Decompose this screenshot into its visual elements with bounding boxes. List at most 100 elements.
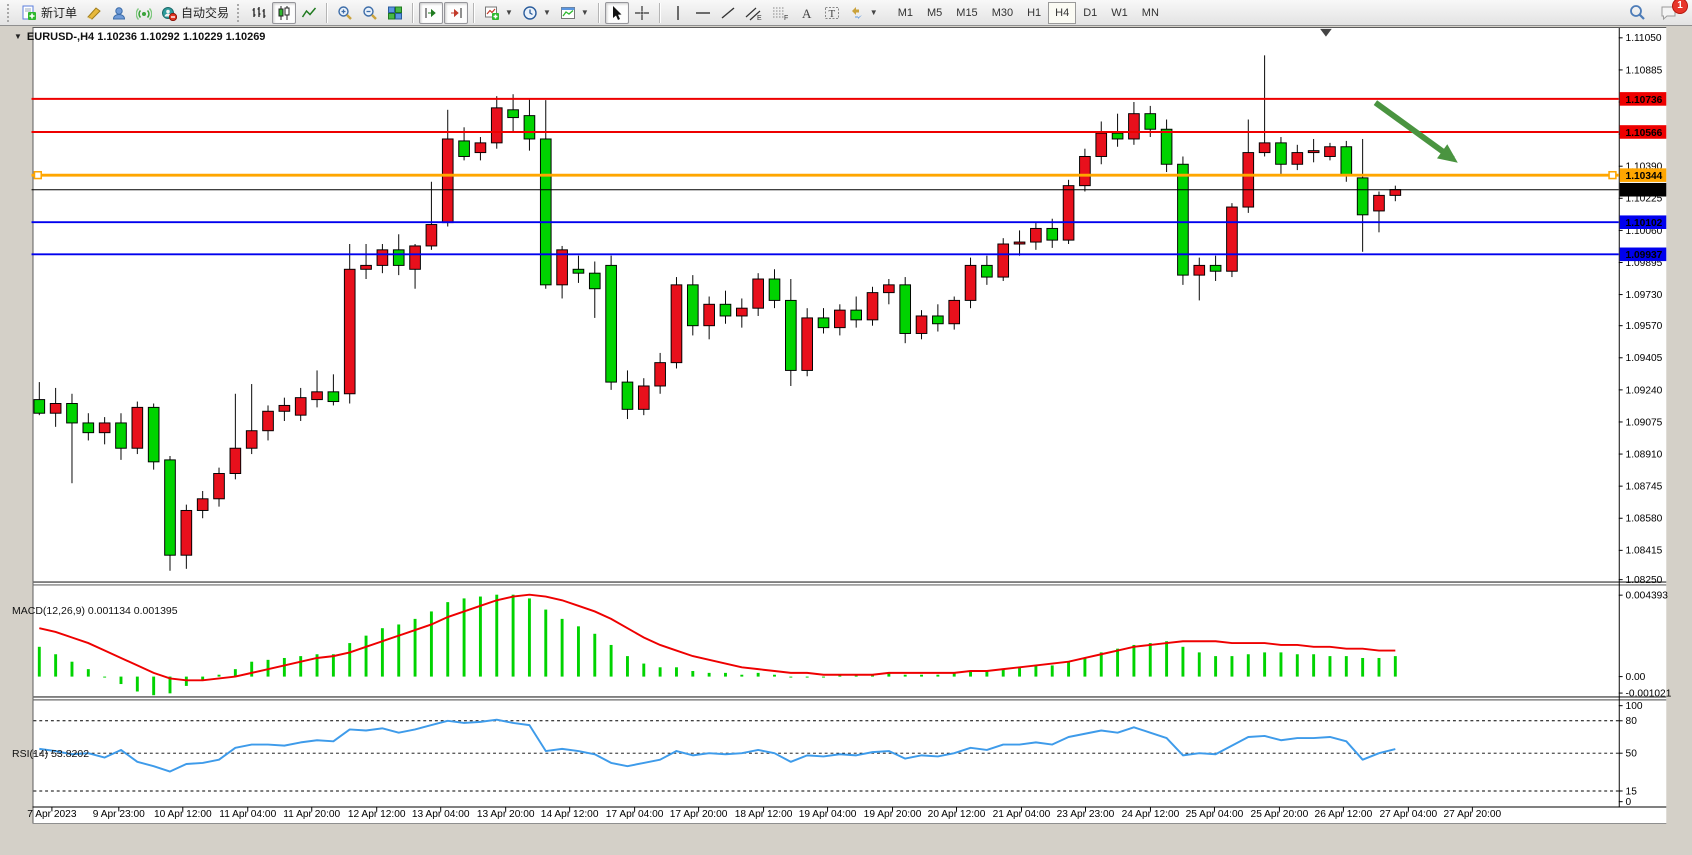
new-order-button[interactable]: 新订单 bbox=[17, 2, 81, 24]
macd-bar bbox=[544, 610, 547, 677]
svg-text:F: F bbox=[784, 15, 788, 21]
svg-text:0.004393: 0.004393 bbox=[1626, 591, 1669, 602]
svg-text:10 Apr 12:00: 10 Apr 12:00 bbox=[154, 809, 212, 820]
svg-text:1.09240: 1.09240 bbox=[1626, 385, 1663, 396]
macd-bar bbox=[332, 654, 335, 676]
auto-trading-label: 自动交易 bbox=[181, 4, 229, 21]
macd-bar bbox=[1116, 649, 1119, 677]
hline-handle[interactable] bbox=[34, 172, 41, 179]
cursor-button[interactable] bbox=[605, 2, 629, 24]
macd-bar bbox=[446, 602, 449, 676]
macd-bar bbox=[757, 673, 760, 677]
macd-bar bbox=[1361, 658, 1364, 677]
crayon-button[interactable] bbox=[82, 2, 106, 24]
profile-button[interactable] bbox=[107, 2, 131, 24]
candle bbox=[900, 277, 911, 343]
fibonacci-button[interactable]: F bbox=[768, 2, 794, 24]
chart-background bbox=[33, 27, 1667, 823]
svg-text:0: 0 bbox=[1626, 797, 1632, 808]
svg-text:1.08580: 1.08580 bbox=[1626, 514, 1663, 525]
macd-bar bbox=[610, 645, 613, 677]
trendline-button[interactable] bbox=[716, 2, 740, 24]
symbol-dropdown-icon[interactable]: ▼ bbox=[14, 32, 22, 41]
zoom-out-icon bbox=[362, 5, 378, 21]
toolbar-separator bbox=[473, 3, 475, 23]
macd-bar bbox=[1034, 665, 1037, 676]
macd-bar bbox=[87, 669, 90, 676]
notifications-button[interactable]: 1 bbox=[1656, 2, 1682, 24]
horizontal-line-button[interactable] bbox=[691, 2, 715, 24]
macd-bar bbox=[1214, 656, 1217, 676]
equidistant-channel-button[interactable]: E bbox=[741, 2, 767, 24]
macd-bar bbox=[1083, 658, 1086, 677]
text-button[interactable]: A bbox=[795, 2, 819, 24]
macd-bar bbox=[103, 677, 106, 678]
macd-bar bbox=[904, 675, 907, 677]
chart-canvas[interactable]: 1.110501.108851.107201.105551.103901.102… bbox=[0, 26, 1692, 855]
chart-shift-button[interactable] bbox=[444, 2, 468, 24]
macd-bar bbox=[773, 675, 776, 677]
timeframe-group: M1 M5 M15 M30 H1 H4 D1 W1 MN bbox=[891, 2, 1166, 24]
candlestick-chart-button[interactable] bbox=[272, 2, 296, 24]
macd-bar bbox=[348, 643, 351, 677]
crosshair-icon bbox=[634, 5, 650, 21]
tf-m30-button[interactable]: M30 bbox=[985, 2, 1020, 24]
tf-m15-button[interactable]: M15 bbox=[949, 2, 984, 24]
tf-m5-button[interactable]: M5 bbox=[920, 2, 949, 24]
new-order-label: 新订单 bbox=[41, 4, 77, 21]
macd-bar bbox=[1149, 643, 1152, 677]
periods-button[interactable]: ▼ bbox=[518, 2, 555, 24]
svg-text:13 Apr 04:00: 13 Apr 04:00 bbox=[412, 809, 470, 820]
candle bbox=[671, 277, 682, 368]
text-label-button[interactable]: T bbox=[820, 2, 844, 24]
auto-trading-button[interactable]: 自动交易 bbox=[157, 2, 233, 24]
vertical-line-button[interactable] bbox=[666, 2, 690, 24]
macd-bar bbox=[430, 611, 433, 676]
signal-button[interactable] bbox=[132, 2, 156, 24]
tf-h1-button[interactable]: H1 bbox=[1020, 2, 1048, 24]
macd-bar bbox=[593, 634, 596, 677]
svg-text:21 Apr 04:00: 21 Apr 04:00 bbox=[993, 809, 1051, 820]
macd-bar bbox=[512, 595, 515, 677]
tf-w1-button[interactable]: W1 bbox=[1104, 2, 1135, 24]
svg-text:1.09405: 1.09405 bbox=[1626, 353, 1663, 364]
time-axis[interactable]: 7 Apr 20239 Apr 23:0010 Apr 12:0011 Apr … bbox=[27, 807, 1501, 820]
svg-text:17 Apr 20:00: 17 Apr 20:00 bbox=[670, 809, 728, 820]
candle bbox=[867, 287, 878, 326]
svg-text:27 Apr 04:00: 27 Apr 04:00 bbox=[1380, 809, 1438, 820]
bar-chart-button[interactable] bbox=[247, 2, 271, 24]
candle bbox=[606, 256, 617, 390]
macd-bar bbox=[659, 667, 662, 676]
tf-d1-button[interactable]: D1 bbox=[1076, 2, 1104, 24]
indicators-button[interactable]: ▼ bbox=[480, 2, 517, 24]
zoom-in-button[interactable] bbox=[333, 2, 357, 24]
dropdown-caret: ▼ bbox=[581, 8, 589, 17]
crosshair-button[interactable] bbox=[630, 2, 654, 24]
candle bbox=[1227, 203, 1238, 277]
tf-h4-button[interactable]: H4 bbox=[1048, 2, 1076, 24]
search-button[interactable] bbox=[1625, 2, 1650, 24]
svg-text:17 Apr 04:00: 17 Apr 04:00 bbox=[606, 809, 664, 820]
hline-handle[interactable] bbox=[1609, 172, 1616, 179]
svg-text:1.10269: 1.10269 bbox=[1626, 186, 1663, 197]
macd-bar bbox=[1296, 654, 1299, 676]
notification-badge: 1 bbox=[1672, 0, 1688, 14]
templates-button[interactable]: ▼ bbox=[556, 2, 593, 24]
candle bbox=[965, 258, 976, 309]
line-chart-button[interactable] bbox=[297, 2, 321, 24]
macd-indicator-label: MACD(12,26,9) 0.001134 0.001395 bbox=[12, 605, 178, 617]
svg-text:26 Apr 12:00: 26 Apr 12:00 bbox=[1315, 809, 1373, 820]
svg-text:20 Apr 12:00: 20 Apr 12:00 bbox=[928, 809, 986, 820]
macd-bar bbox=[920, 675, 923, 677]
new-order-icon bbox=[21, 5, 37, 21]
macd-bar bbox=[397, 624, 400, 676]
arrows-button[interactable]: ▼ bbox=[845, 2, 882, 24]
tile-windows-button[interactable] bbox=[383, 2, 407, 24]
auto-scroll-button[interactable] bbox=[419, 2, 443, 24]
svg-text:19 Apr 20:00: 19 Apr 20:00 bbox=[864, 809, 922, 820]
macd-bar bbox=[936, 675, 939, 677]
tf-mn-button[interactable]: MN bbox=[1135, 2, 1166, 24]
tf-m1-button[interactable]: M1 bbox=[891, 2, 920, 24]
zoom-out-button[interactable] bbox=[358, 2, 382, 24]
channel-icon: E bbox=[745, 5, 763, 21]
